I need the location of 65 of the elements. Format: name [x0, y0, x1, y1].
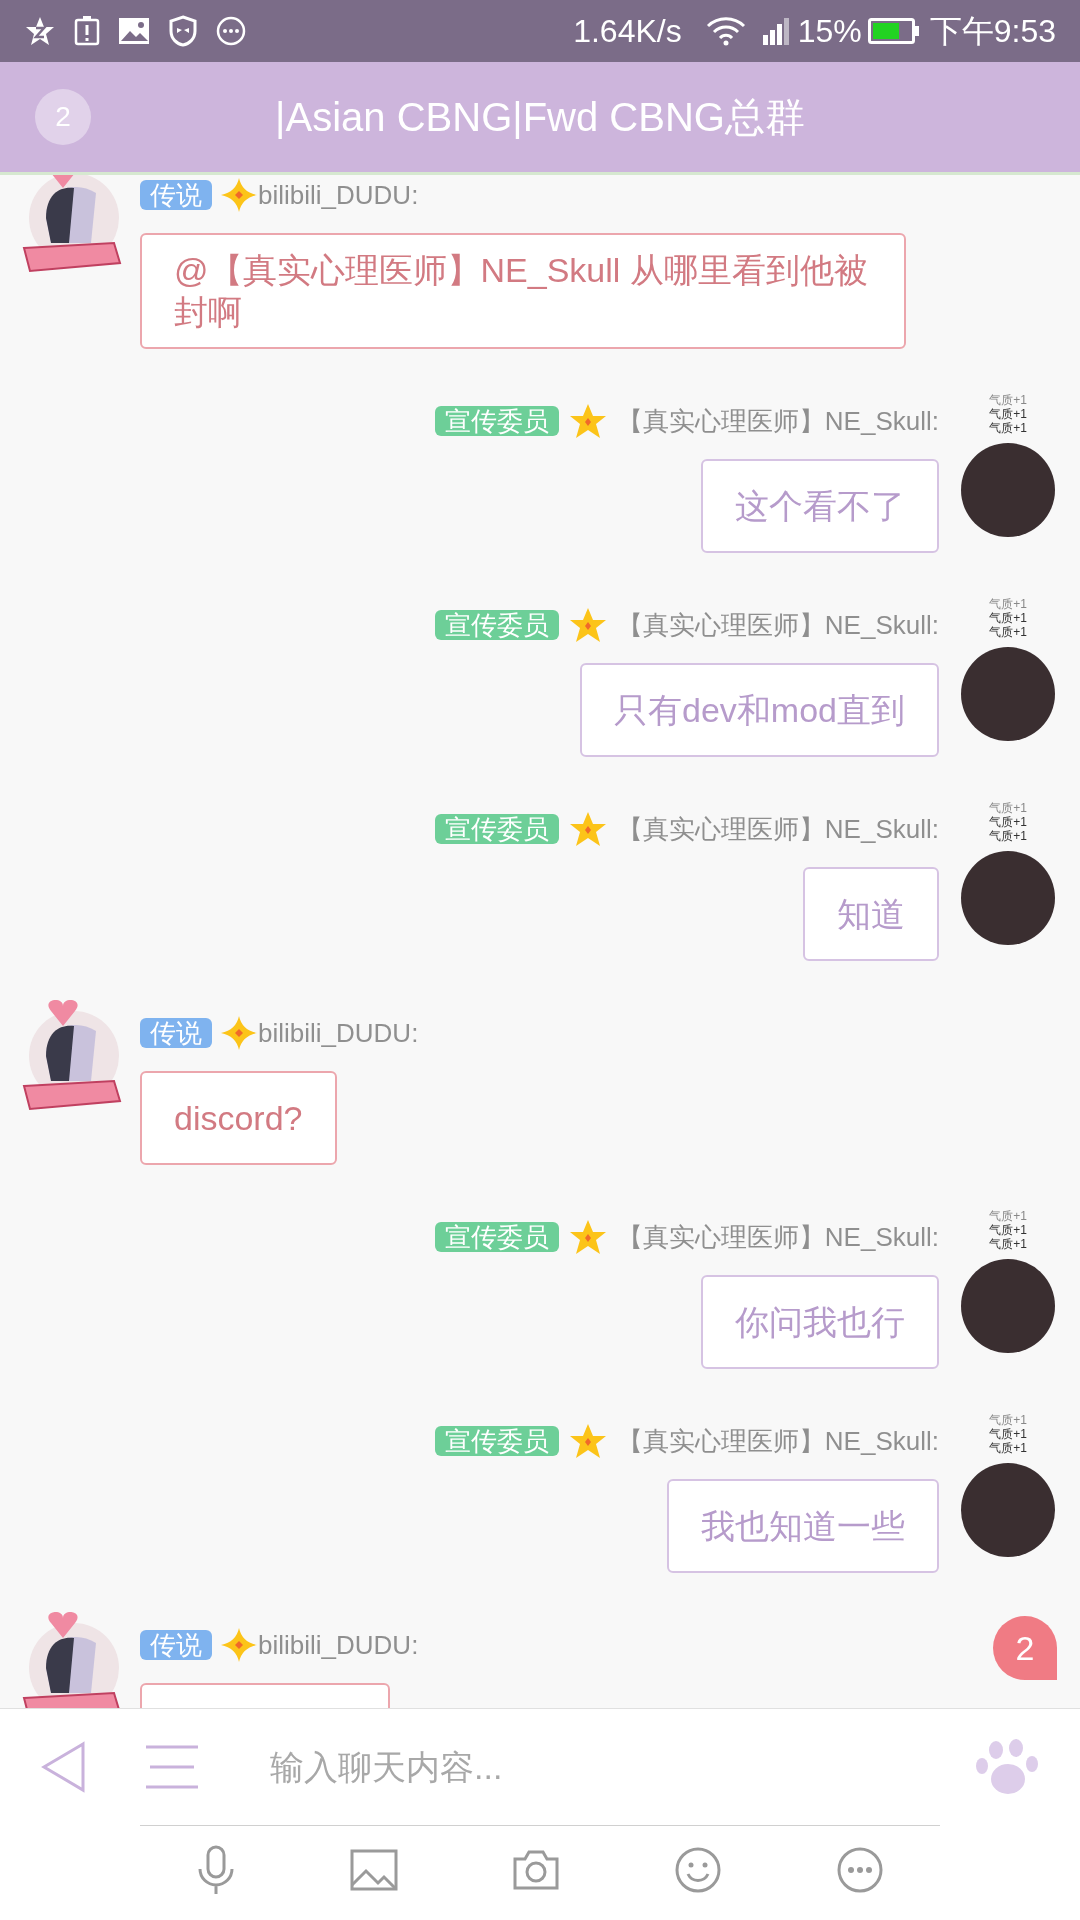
- message-bubble: @【真实心理医师】NE_Skull 从哪里看到他被封啊: [140, 233, 906, 349]
- sender-name: bilibili_DUDU:: [258, 1628, 419, 1662]
- network-speed: 1.64K/s: [573, 12, 682, 51]
- tag-label: 气质+1: [989, 407, 1027, 421]
- chat-title: |Asian CBNG|Fwd CBNG总群: [274, 94, 806, 141]
- tag-label: 气质+1: [989, 1413, 1027, 1427]
- message-bubble: 这个看不了: [701, 459, 939, 553]
- star-icon: [568, 811, 607, 847]
- rank-label: 宣传委员: [434, 610, 559, 640]
- wifi-icon: [705, 16, 746, 46]
- more-circle-icon: [216, 16, 246, 46]
- more-icon[interactable]: [836, 1846, 884, 1894]
- rank-label: 传说: [140, 1630, 212, 1660]
- sender-name: bilibili_DUDU:: [258, 178, 419, 212]
- image-icon: [118, 17, 150, 45]
- tag-label: 气质+1: [989, 421, 1027, 435]
- sender-name: 【真实心理医师】NE_Skull:: [616, 608, 939, 642]
- tag-label: 气质+1: [989, 611, 1027, 625]
- tag-label: 气质+1: [989, 815, 1027, 829]
- sender-name: 【真实心理医师】NE_Skull:: [616, 404, 939, 438]
- sender-name: 【真实心理医师】NE_Skull:: [616, 1424, 939, 1458]
- tag-label: 气质+1: [989, 1209, 1027, 1223]
- camera-icon[interactable]: [512, 1849, 560, 1891]
- sender-name: 【真实心理医师】NE_Skull:: [616, 1220, 939, 1254]
- sparkle-icon: [220, 177, 258, 213]
- message-bubble: 你问我也行: [701, 1275, 939, 1369]
- battery-percent: 15%: [797, 12, 862, 51]
- tag-label: 气质+1: [989, 1237, 1027, 1251]
- rank-label: 宣传委员: [434, 1426, 559, 1456]
- alert-icon: [74, 16, 100, 46]
- microphone-icon[interactable]: [196, 1845, 236, 1895]
- unread-bubble[interactable]: 2: [993, 1616, 1057, 1680]
- tag-label: 气质+1: [989, 1441, 1027, 1455]
- rank-label: 宣传委员: [434, 814, 559, 844]
- clock-time: 下午9:53: [929, 12, 1056, 51]
- star-icon: [568, 607, 607, 643]
- tag-label: 气质+1: [989, 393, 1027, 407]
- tag-label: 气质+1: [989, 625, 1027, 639]
- star-icon: [568, 1219, 607, 1255]
- tag-label: 气质+1: [989, 1223, 1027, 1237]
- sender-name: bilibili_DUDU:: [258, 1016, 419, 1050]
- battery-icon: [867, 18, 920, 44]
- star-icon: [568, 403, 607, 439]
- rank-label: 传说: [140, 180, 212, 210]
- chat-input-field[interactable]: 输入聊天内容...: [270, 1741, 974, 1793]
- star-app-icon: [24, 15, 56, 47]
- sender-name: 【真实心理医师】NE_Skull:: [616, 812, 939, 846]
- message-bubble: 知道: [803, 867, 939, 961]
- signal-icon: [761, 17, 792, 45]
- tag-label: 气质+1: [989, 829, 1027, 843]
- message-bubble: 只有dev和mod直到: [580, 663, 939, 757]
- rank-label: 传说: [140, 1018, 212, 1048]
- image-icon[interactable]: [350, 1849, 398, 1891]
- tag-label: 气质+1: [989, 1427, 1027, 1441]
- tag-label: 气质+1: [989, 801, 1027, 815]
- shield-icon: [168, 15, 198, 47]
- rank-label: 宣传委员: [434, 406, 559, 436]
- tag-label: 气质+1: [989, 597, 1027, 611]
- sparkle-icon: [220, 1015, 258, 1051]
- star-icon: [568, 1423, 607, 1459]
- sparkle-icon: [220, 1627, 258, 1663]
- emoji-icon[interactable]: [674, 1846, 722, 1894]
- message-bubble: 我也知道一些: [667, 1479, 939, 1573]
- message-bubble: discord?: [140, 1071, 337, 1165]
- rank-label: 宣传委员: [434, 1222, 559, 1252]
